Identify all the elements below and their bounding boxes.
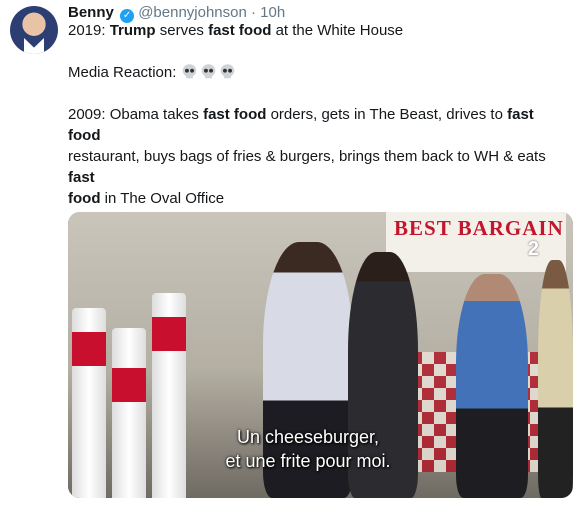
emphasized-text: fast food (208, 22, 272, 39)
video-subtitle-line-1: Un cheeseburger, (236, 427, 380, 447)
text-segment: orders, gets in The Beast, drives to (266, 106, 508, 123)
tweet-text-line: 2009: Obama takes fast food orders, gets… (68, 104, 568, 146)
skull-emoji (181, 63, 198, 80)
emphasized-text: fast (68, 169, 95, 186)
tweet-text-line: Media Reaction: (68, 62, 568, 83)
person-right (538, 260, 573, 498)
channel-logo: 2 (527, 238, 539, 260)
text-segment: serves (155, 22, 209, 39)
tweet-text-line: 2019: Trump serves fast food at the Whit… (68, 20, 568, 41)
cup-stack (112, 328, 146, 498)
media-video-thumbnail[interactable]: BEST BARGAIN 2 Un cheeseburger, et une f… (68, 212, 573, 498)
text-segment: in The Oval Office (100, 190, 225, 207)
separator: · (251, 4, 256, 21)
skull-emoji (219, 63, 236, 80)
skull-emoji (200, 63, 217, 80)
text-segment: at the White House (271, 22, 404, 39)
emphasized-text: food (68, 190, 101, 207)
cup-stack (72, 308, 106, 498)
text-segment: 2019: (68, 22, 110, 39)
video-subtitle-line-2: et une frite pour moi. (225, 451, 391, 471)
author-name[interactable]: Benny (68, 4, 114, 21)
tweet-text-line: food in The Oval Office (68, 188, 568, 209)
emphasized-text: fast food (203, 106, 267, 123)
text-segment: 2009: Obama takes (68, 106, 204, 123)
text-segment: Media Reaction: (68, 64, 181, 81)
tweet-text-line: restaurant, buys bags of fries & burgers… (68, 146, 568, 188)
text-segment: restaurant, buys bags of fries & burgers… (68, 148, 546, 165)
emphasized-text: Trump (109, 22, 156, 39)
avatar[interactable] (10, 6, 58, 54)
timestamp[interactable]: 10h (260, 4, 285, 21)
author-handle[interactable]: @bennyjohnson (138, 4, 247, 21)
